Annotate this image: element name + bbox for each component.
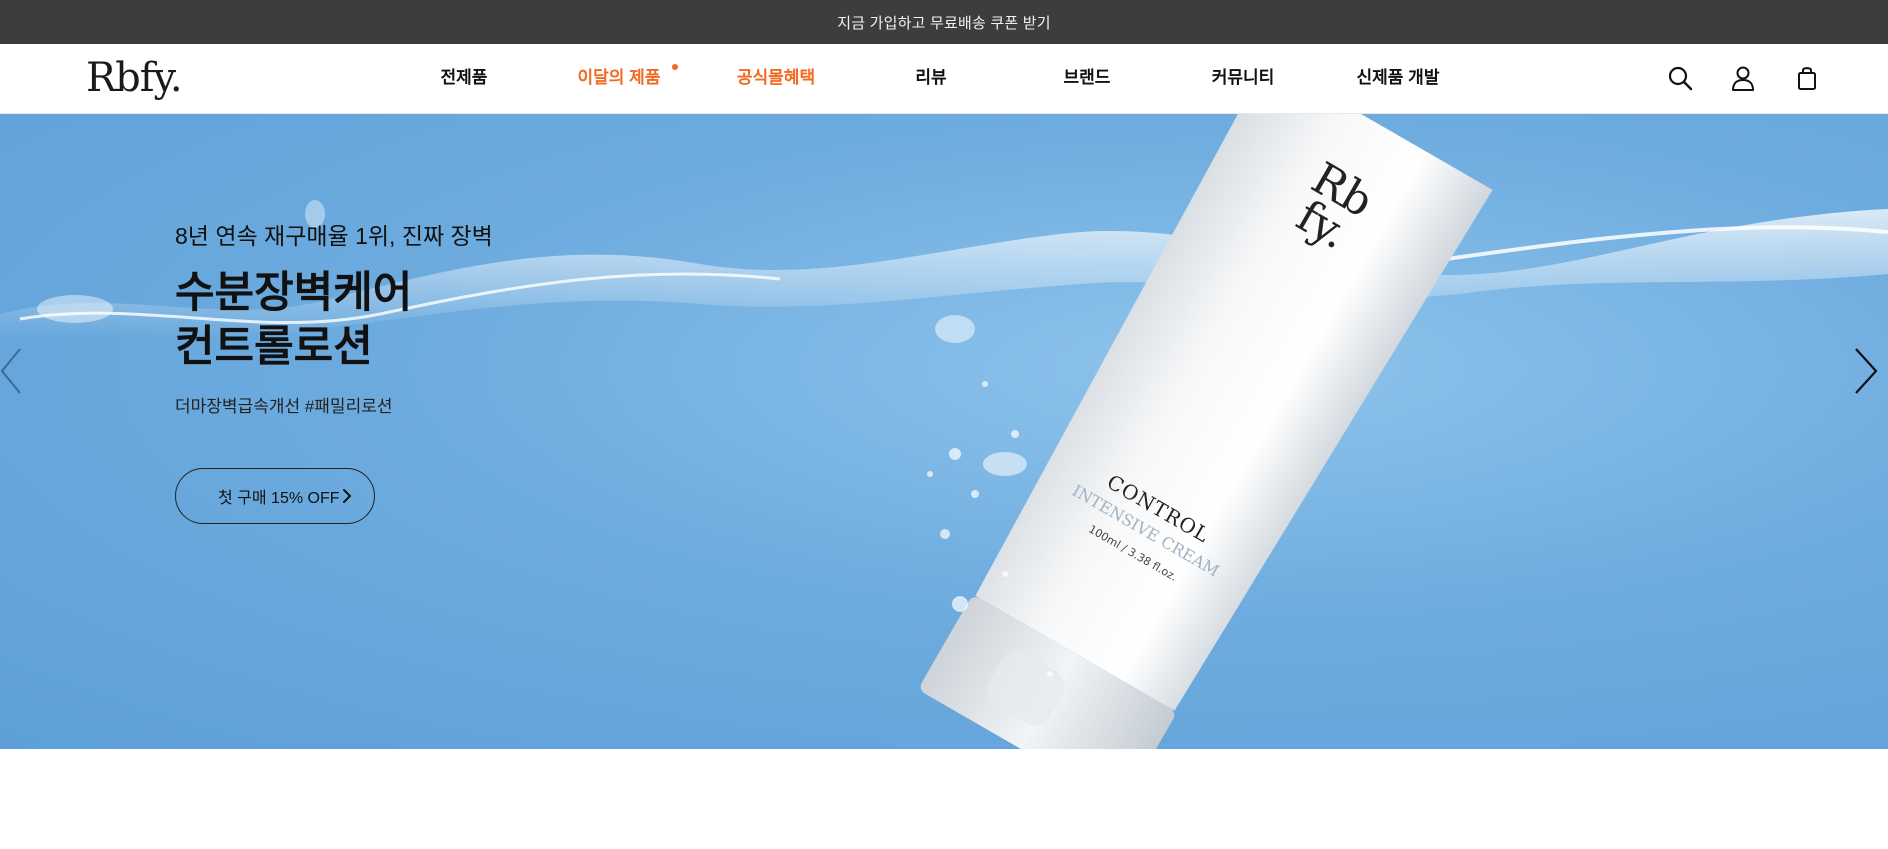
new-indicator-dot bbox=[672, 64, 678, 70]
nav-item-community[interactable]: 커뮤니티 bbox=[1183, 68, 1303, 88]
hero-headline: 수분장벽케어 컨트롤로션 bbox=[175, 266, 412, 374]
promo-bar[interactable]: 지금 가입하고 무료배송 쿠폰 받기 bbox=[0, 0, 1888, 44]
hero-subtitle: 더마장벽급속개선 #패밀리로션 bbox=[175, 397, 393, 416]
chevron-right-icon bbox=[343, 489, 351, 503]
nav-item-monthly-product[interactable]: 이달의 제품 bbox=[559, 68, 679, 88]
nav-item-official-benefits[interactable]: 공식몰혜택 bbox=[716, 68, 836, 88]
prev-slide-arrow-icon[interactable] bbox=[0, 346, 30, 396]
product-visual: Rb fy. CONTROL INTENSIVE CREAM 100ml / 3… bbox=[0, 114, 1888, 749]
hero-eyebrow: 8년 연속 재구매율 1위, 진짜 장벽 bbox=[175, 223, 493, 249]
nav-item-brand[interactable]: 브랜드 bbox=[1027, 68, 1147, 88]
first-purchase-discount-button[interactable]: 첫 구매 15% OFF bbox=[175, 468, 375, 524]
nav-item-all-products[interactable]: 전제품 bbox=[404, 68, 524, 88]
cta-label: 첫 구매 15% OFF bbox=[218, 490, 340, 507]
next-slide-arrow-icon[interactable] bbox=[1852, 346, 1882, 396]
search-icon[interactable] bbox=[1666, 64, 1694, 92]
content-area bbox=[0, 749, 1888, 849]
nav-item-reviews[interactable]: 리뷰 bbox=[871, 68, 991, 88]
promo-text[interactable]: 지금 가입하고 무료배송 쿠폰 받기 bbox=[837, 12, 1050, 33]
product-tube: Rb fy. CONTROL INTENSIVE CREAM 100ml / 3… bbox=[920, 114, 1493, 749]
hero-headline-line2: 컨트롤로션 bbox=[175, 323, 373, 371]
hero-banner[interactable]: Rb fy. CONTROL INTENSIVE CREAM 100ml / 3… bbox=[0, 114, 1888, 749]
site-header: Rbfy. 전제품 이달의 제품 공식몰혜택 리뷰 브랜드 커뮤니티 신제품 개… bbox=[0, 44, 1888, 114]
user-icon[interactable] bbox=[1729, 64, 1757, 92]
hero-headline-line1: 수분장벽케어 bbox=[175, 269, 413, 317]
nav-item-new-product-dev[interactable]: 신제품 개발 bbox=[1338, 68, 1458, 88]
shopping-bag-icon[interactable] bbox=[1793, 64, 1821, 92]
main-nav: 전제품 이달의 제품 공식몰혜택 리뷰 브랜드 커뮤니티 신제품 개발 bbox=[0, 44, 1888, 114]
